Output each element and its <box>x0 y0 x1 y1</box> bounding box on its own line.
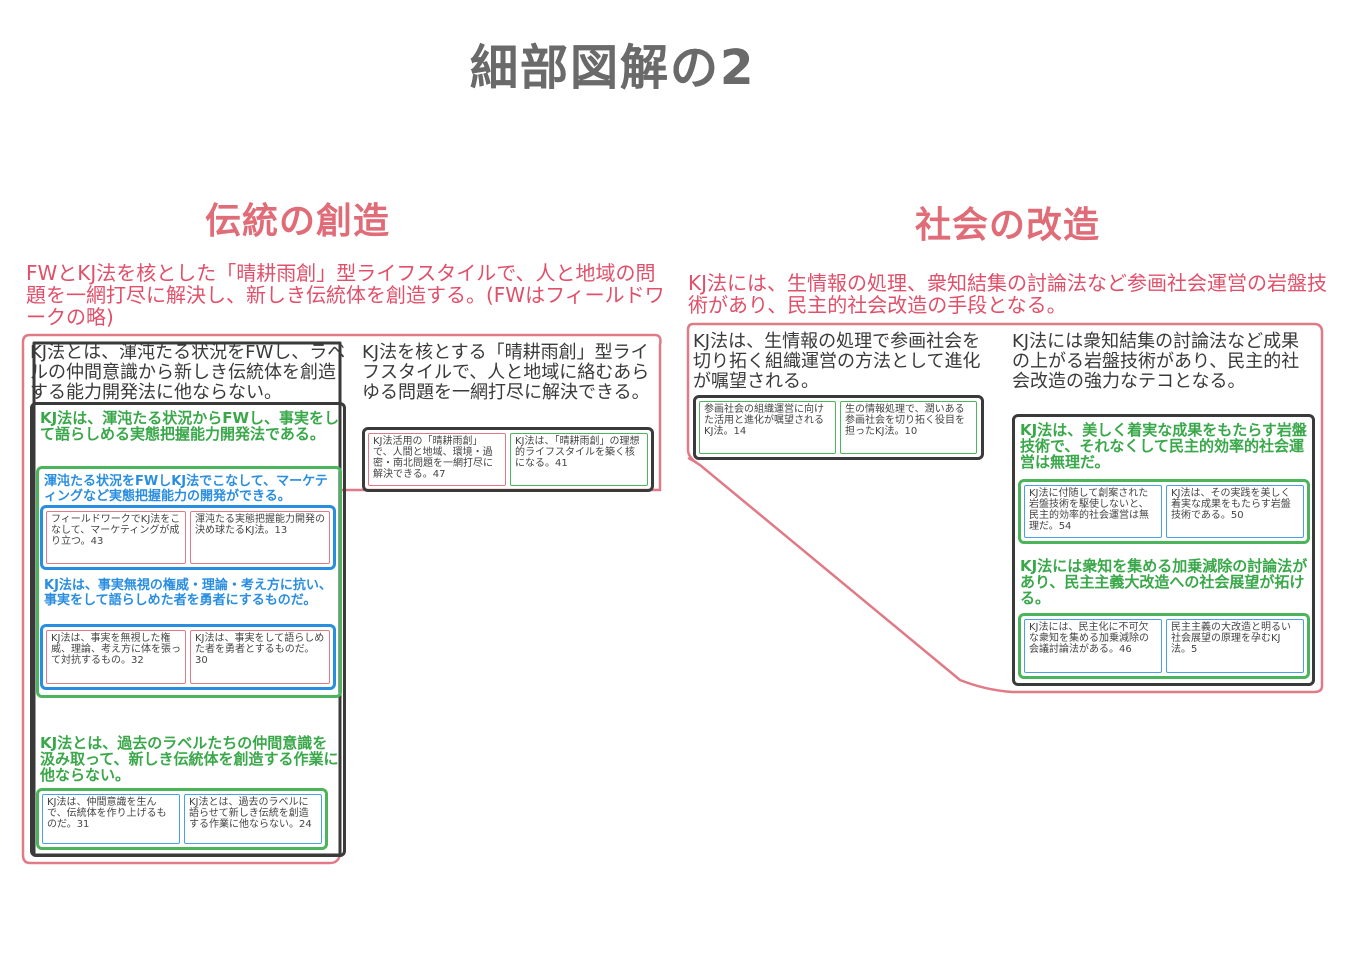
right-g1-card-1: KJ法に付随して創案された岩盤技術を駆使しないと、民主的効率的社会運営は無理だ。… <box>1024 485 1162 538</box>
left-b2-card-1: KJ法は、事実を無視した権威、理論、考え方に体を張って対抗するもの。32 <box>46 630 186 684</box>
right-col1-card-1: 参画社会の組織運営に向けた活用と進化が嘱望されるKJ法。14 <box>699 401 836 454</box>
right-g2-card-2: 民主主義の大改造と明るい社会展望の原理を孕むKJ法。5 <box>1166 619 1304 673</box>
right-heading: 社会の改造 <box>915 205 1101 246</box>
right-col1-text: KJ法は、生情報の処理で参画社会を切り拓く組織運営の方法として進化が嘱望される。 <box>693 331 981 392</box>
right-g1-card-2: KJ法は、その実践を美しく着実な成果をもたらす岩盤技術である。50 <box>1166 485 1304 538</box>
page-title: 細部図解の2 <box>470 40 756 96</box>
right-g1-text: KJ法は、美しく着実な成果をもたらす岩盤技術で、それなくして民主的効率的社会運営… <box>1020 421 1307 471</box>
left-col2-card-2: KJ法は、「晴耕雨創」の理想的ライフスタイルを築く核になる。41 <box>510 433 648 486</box>
left-b1-card-1: フィールドワークでKJ法をこなして、マーケティングが成り立つ。43 <box>46 511 186 564</box>
left-b1-card-2: 渾沌たる実態把握能力開発の決め球たるKJ法。13 <box>190 511 330 564</box>
left-g2-card-1: KJ法は、仲間意識を生んで、伝統体を作り上げるものだ。31 <box>42 794 180 844</box>
left-b2-card-2: KJ法は、事実をして語らしめた者を勇者とするものだ。30 <box>190 630 330 684</box>
left-g2-card-2: KJ法とは、過去のラベルに語らせて新しき伝統を創造する作業に他ならない。24 <box>184 794 322 844</box>
left-col1-text: KJ法とは、渾沌たる状況をFWし、ラベルの仲間意識から新しき伝統体を創造する能力… <box>30 342 346 403</box>
right-col1-card-2: 生の情報処理で、潤いある参画社会を切り拓く役目を担ったKJ法。10 <box>840 401 977 454</box>
left-g2-text: KJ法とは、過去のラベルたちの仲間意識を汲み取って、新しき伝統体を創造する作業に… <box>40 734 339 784</box>
right-g2-card-1: KJ法には、民主化に不可欠な衆知を集める加乗減除の会議討論法がある。46 <box>1024 619 1162 673</box>
right-intro: KJ法には、生情報の処理、衆知結集の討論法など参画社会運営の岩盤技術があり、民主… <box>688 271 1328 317</box>
left-col2-card-1: KJ法活用の「晴耕雨創」で、人間と地域、環境・過密・南北問題を一網打尽に解決でき… <box>368 433 506 486</box>
left-b2-text: KJ法は、事実無視の権威・理論・考え方に抗い、事実をして語らしめた者を勇者にする… <box>44 578 332 608</box>
left-g1-text: KJ法は、渾沌たる状況からFWし、事実をして語らしめる実態把握能力開発法である。 <box>40 409 339 443</box>
left-col2-text: KJ法を核とする「晴耕雨創」型ライフスタイルで、人と地域に絡むあらゆる問題を一網… <box>362 342 650 403</box>
left-intro: FWとKJ法を核とした「晴耕雨創」型ライフスタイルで、人と地域の問題を一網打尽に… <box>26 261 665 329</box>
left-heading: 伝統の創造 <box>205 201 391 242</box>
right-col2-text: KJ法には衆知結集の討論法など成果の上がる岩盤技術があり、民主的社会改造の強力な… <box>1012 331 1300 392</box>
left-b1-text: 渾沌たる状況をFWしKJ法でこなして、マーケティングなど実態把握能力の開発ができ… <box>44 474 328 504</box>
right-g2-text: KJ法には衆知を集める加乗減除の討論法があり、民主主義大改造への社会展望が拓ける… <box>1020 557 1308 607</box>
